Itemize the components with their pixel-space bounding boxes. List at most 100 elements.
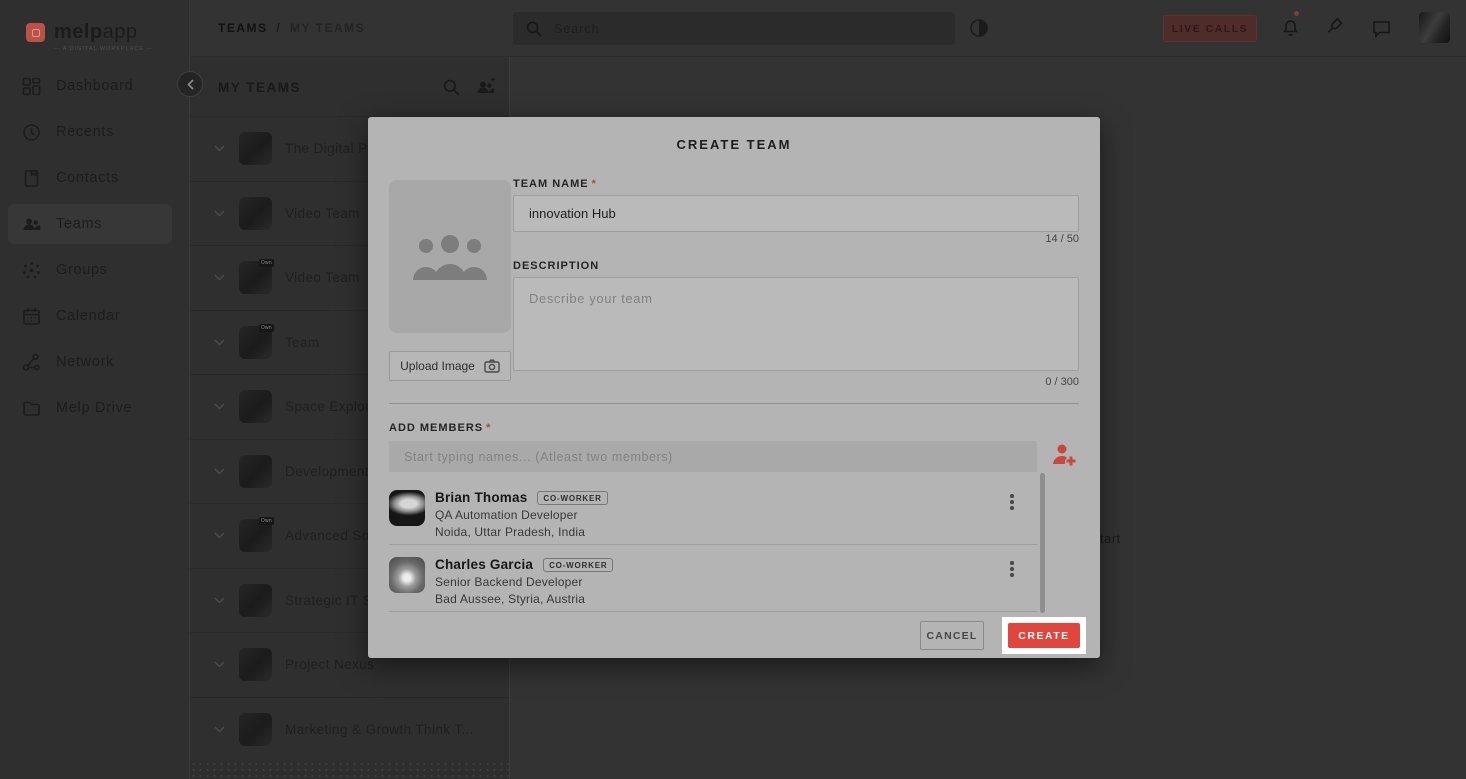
brand-name-bold: melp: [54, 21, 103, 43]
sidebar-item-melp-drive[interactable]: Melp Drive: [0, 385, 190, 431]
chevron-down-icon[interactable]: [214, 145, 225, 152]
team-avatar: [239, 713, 272, 746]
members-scrollbar[interactable]: [1040, 473, 1045, 613]
cancel-button[interactable]: CANCEL: [920, 621, 984, 650]
modal-title: CREATE TEAM: [368, 137, 1100, 152]
add-member-icon[interactable]: [1050, 442, 1078, 470]
team-avatar: Own: [239, 519, 272, 552]
team-name: Strategic IT S: [285, 593, 372, 608]
breadcrumb-my-teams: MY TEAMS: [290, 21, 365, 35]
member-relationship-badge: CO-WORKER: [543, 558, 613, 572]
team-avatar: [239, 390, 272, 423]
team-name: Space Explor: [285, 399, 370, 414]
description-textarea[interactable]: [513, 277, 1079, 371]
team-avatar: [239, 584, 272, 617]
search-input[interactable]: [554, 22, 914, 36]
sidebar-item-label: Groups: [56, 262, 108, 278]
create-team-icon[interactable]: [475, 77, 497, 96]
sidebar-item-label: Teams: [56, 216, 102, 232]
collapse-panel-button[interactable]: [177, 71, 203, 97]
pin-icon[interactable]: [1325, 17, 1346, 38]
team-image-placeholder[interactable]: [389, 180, 511, 333]
global-search[interactable]: [513, 12, 955, 45]
member-avatar: [389, 557, 425, 593]
sidebar-item-label: Dashboard: [56, 78, 133, 94]
team-row[interactable]: Marketing & Growth Think T...: [190, 698, 509, 763]
live-calls-button[interactable]: LIVE CALLS: [1163, 15, 1257, 42]
add-members-input[interactable]: [389, 441, 1037, 472]
team-avatar: [239, 455, 272, 488]
team-name: Team: [285, 335, 320, 350]
sidebar-item-label: Melp Drive: [56, 400, 132, 416]
background-text-fragment: tart: [1100, 531, 1121, 546]
dark-mode-toggle-icon[interactable]: [969, 18, 989, 38]
sidebar-nav: Dashboard Recents Contacts Teams Groups …: [0, 63, 190, 431]
sidebar-item-dashboard[interactable]: Dashboard: [0, 63, 190, 109]
member-relationship-badge: CO-WORKER: [537, 491, 607, 505]
calendar-icon: [22, 307, 41, 326]
sidebar-item-network[interactable]: Network: [0, 339, 190, 385]
team-name-label: TEAM NAME*: [513, 178, 597, 190]
sidebar: melpapp — A DIGITAL WORKPLACE — Dashboar…: [0, 0, 190, 779]
chevron-left-icon: [187, 79, 194, 90]
panel-search-icon[interactable]: [443, 79, 460, 96]
member-name: Brian Thomas: [435, 490, 527, 505]
topbar: TEAMS / MY TEAMS LIVE CALLS: [190, 0, 1466, 57]
member-avatar: [389, 490, 425, 526]
upload-image-button[interactable]: Upload Image: [389, 351, 511, 381]
chevron-down-icon[interactable]: [214, 468, 225, 475]
sidebar-item-recents[interactable]: Recents: [0, 109, 190, 155]
member-role: Senior Backend Developer: [435, 575, 613, 589]
teams-icon: [22, 215, 41, 234]
member-row[interactable]: Brian Thomas CO-WORKER QA Automation Dev…: [389, 478, 1037, 545]
breadcrumb-separator: /: [276, 21, 281, 35]
groups-icon: [22, 261, 41, 280]
required-asterisk: *: [486, 422, 491, 434]
notification-dot: [1294, 11, 1299, 16]
chevron-down-icon[interactable]: [214, 532, 225, 539]
folder-icon: [22, 399, 41, 418]
user-avatar[interactable]: [1419, 12, 1450, 43]
owner-badge: Own: [259, 517, 274, 525]
team-name: Marketing & Growth Think T...: [285, 722, 474, 737]
team-name: The Digital Pi: [285, 141, 371, 156]
network-icon: [22, 353, 41, 372]
sidebar-item-label: Contacts: [56, 170, 119, 186]
team-avatar: Own: [239, 326, 272, 359]
chevron-down-icon[interactable]: [214, 726, 225, 733]
notifications-bell-icon[interactable]: [1280, 17, 1301, 38]
team-name-input[interactable]: [513, 195, 1079, 232]
chevron-down-icon[interactable]: [214, 210, 225, 217]
member-location: Bad Aussee, Styria, Austria: [435, 592, 613, 606]
panel-bottom-texture: [190, 761, 509, 779]
contacts-icon: [22, 169, 41, 188]
sidebar-item-groups[interactable]: Groups: [0, 247, 190, 293]
member-row[interactable]: Charles Garcia CO-WORKER Senior Backend …: [389, 545, 1037, 612]
description-label: DESCRIPTION: [513, 260, 599, 272]
member-role: QA Automation Developer: [435, 508, 608, 522]
clock-icon: [22, 123, 41, 142]
sidebar-item-calendar[interactable]: Calendar: [0, 293, 190, 339]
chevron-down-icon[interactable]: [214, 403, 225, 410]
search-icon: [526, 21, 542, 37]
team-name: Advanced So: [285, 528, 370, 543]
sidebar-item-contacts[interactable]: Contacts: [0, 155, 190, 201]
team-avatar: [239, 132, 272, 165]
create-team-modal: CREATE TEAM Upload Image TEAM NAME* 14 /…: [368, 117, 1100, 658]
group-placeholder-icon: [412, 232, 488, 282]
breadcrumb: TEAMS / MY TEAMS: [218, 21, 365, 35]
chevron-down-icon[interactable]: [214, 274, 225, 281]
chat-icon[interactable]: [1372, 19, 1391, 38]
member-options-kebab[interactable]: [1005, 492, 1019, 512]
sidebar-item-teams[interactable]: Teams: [0, 201, 190, 247]
member-name: Charles Garcia: [435, 557, 533, 572]
chevron-down-icon[interactable]: [214, 597, 225, 604]
sidebar-item-label: Recents: [56, 124, 114, 140]
required-asterisk: *: [592, 178, 597, 190]
chevron-down-icon[interactable]: [214, 661, 225, 668]
create-button[interactable]: CREATE: [1008, 623, 1080, 648]
chevron-down-icon[interactable]: [214, 339, 225, 346]
member-options-kebab[interactable]: [1005, 559, 1019, 579]
breadcrumb-teams[interactable]: TEAMS: [218, 21, 268, 35]
team-name: Project Nexus: [285, 657, 374, 672]
